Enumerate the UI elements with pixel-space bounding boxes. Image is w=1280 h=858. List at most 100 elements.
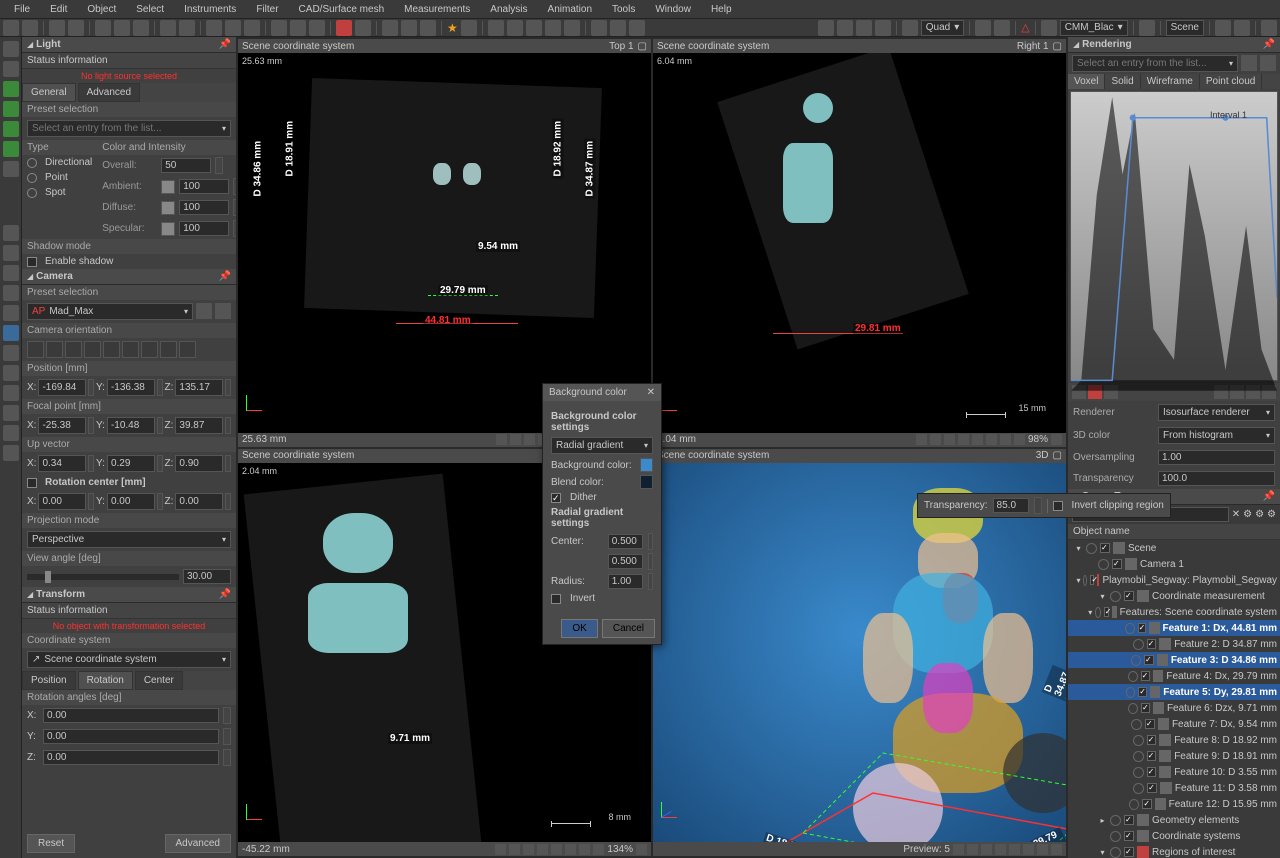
pin-icon[interactable]: 📌 [219, 589, 231, 600]
tab-solid[interactable]: Solid [1105, 74, 1140, 89]
visibility-icon[interactable] [1128, 671, 1138, 682]
tab-position[interactable]: Position [22, 671, 76, 690]
tree-checkbox[interactable] [1142, 799, 1151, 809]
tree-checkbox[interactable] [1147, 735, 1157, 745]
vp-icon[interactable] [981, 844, 992, 855]
tool-icon[interactable] [1234, 20, 1250, 36]
vp-icon[interactable] [509, 844, 520, 855]
view-icon[interactable] [27, 341, 44, 358]
visibility-icon[interactable] [1133, 735, 1144, 746]
tree-row[interactable]: Feature 9: D 18.91 mm [1068, 748, 1280, 764]
visibility-icon[interactable] [1110, 831, 1121, 842]
tool-icon[interactable] [488, 20, 504, 36]
spinner[interactable] [88, 379, 94, 396]
coord-system-combo[interactable]: ↗Scene coordinate system▾ [27, 651, 231, 668]
tool-icon[interactable] [3, 245, 19, 261]
region-icon[interactable] [3, 101, 19, 117]
tab-voxel[interactable]: Voxel [1068, 74, 1105, 89]
close-icon[interactable]: ✕ [647, 387, 655, 398]
tool-icon[interactable] [629, 20, 645, 36]
vp-icon[interactable] [1051, 844, 1062, 855]
vp-icon[interactable] [1009, 844, 1020, 855]
tool-icon[interactable] [3, 385, 19, 401]
dialog-titlebar[interactable]: Background color✕ [543, 384, 661, 401]
delete-icon[interactable] [1260, 55, 1276, 71]
up-y-input[interactable] [107, 455, 155, 472]
spinner[interactable] [157, 493, 163, 510]
oversampling-input[interactable] [1158, 450, 1275, 465]
specular-swatch[interactable] [161, 222, 175, 236]
radius-input[interactable] [608, 574, 643, 589]
save-icon[interactable] [22, 20, 38, 36]
view-angle-slider[interactable] [27, 574, 179, 580]
visibility-icon[interactable] [1095, 607, 1101, 618]
vp-icon[interactable] [944, 434, 955, 445]
tree-checkbox[interactable] [1144, 655, 1154, 665]
tool-icon[interactable] [3, 445, 19, 461]
tab-advanced[interactable]: Advanced [78, 83, 140, 102]
pin-icon[interactable]: 📌 [1263, 39, 1275, 50]
tree-row[interactable]: ▾Regions of interest [1068, 844, 1280, 858]
tree-row[interactable]: ▾Coordinate measurement [1068, 588, 1280, 604]
tool-icon[interactable] [3, 161, 19, 177]
tool-icon[interactable] [507, 20, 523, 36]
spinner[interactable] [157, 379, 163, 396]
visibility-icon[interactable] [1126, 687, 1136, 698]
menu-cad[interactable]: CAD/Surface mesh [289, 2, 395, 17]
tool-icon[interactable] [160, 20, 176, 36]
close-icon[interactable] [1261, 20, 1277, 36]
vp-icon[interactable] [579, 844, 590, 855]
tree-row[interactable]: Feature 5: Dy, 29.81 mm [1068, 684, 1280, 700]
tab-pointcloud[interactable]: Point cloud [1200, 74, 1262, 89]
vp-icon[interactable] [967, 844, 978, 855]
region-icon[interactable] [3, 121, 19, 137]
tool-icon[interactable] [818, 20, 834, 36]
overall-input[interactable] [161, 158, 211, 173]
spinner[interactable] [88, 417, 94, 434]
tool-icon[interactable] [875, 20, 891, 36]
visibility-icon[interactable] [1083, 575, 1087, 586]
clear-icon[interactable]: ✕ [1232, 509, 1240, 520]
rc-x-input[interactable] [38, 493, 86, 510]
paste-icon[interactable] [133, 20, 149, 36]
center-y-input[interactable] [608, 554, 643, 569]
tool-icon[interactable] [526, 20, 542, 36]
cut-icon[interactable] [95, 20, 111, 36]
vp-icon[interactable] [524, 434, 535, 445]
radio-point[interactable] [27, 173, 37, 183]
tool-icon[interactable] [271, 20, 287, 36]
scene-tree[interactable]: ▾SceneCamera 1▾Playmobil_Segway: Playmob… [1068, 540, 1280, 858]
rotation-center-checkbox[interactable] [27, 478, 37, 488]
visibility-icon[interactable] [1110, 815, 1121, 826]
menu-analysis[interactable]: Analysis [480, 2, 537, 17]
tree-checkbox[interactable] [1124, 815, 1134, 825]
transparency-input[interactable] [1158, 471, 1275, 486]
visibility-icon[interactable] [1110, 591, 1121, 602]
dither-checkbox[interactable] [551, 493, 561, 503]
move-icon[interactable] [382, 20, 398, 36]
pin-icon[interactable]: 📌 [219, 39, 231, 50]
vp-icon[interactable] [537, 844, 548, 855]
blend-color-swatch[interactable] [640, 475, 653, 489]
tree-checkbox[interactable] [1145, 719, 1155, 729]
align-center-icon[interactable] [225, 20, 241, 36]
visibility-icon[interactable] [1086, 543, 1097, 554]
copy-icon[interactable] [114, 20, 130, 36]
spinner[interactable] [157, 417, 163, 434]
spinner[interactable] [225, 379, 231, 396]
vp-icon[interactable] [1000, 434, 1011, 445]
ok-button[interactable]: OK [561, 619, 597, 638]
view-icon[interactable] [122, 341, 139, 358]
maximize-icon[interactable]: ▢ [638, 41, 647, 52]
tool-icon[interactable] [545, 20, 561, 36]
pos-z-input[interactable] [175, 379, 223, 396]
visibility-icon[interactable] [1125, 623, 1135, 634]
vp-icon[interactable] [972, 434, 983, 445]
projection-combo[interactable]: Perspective▾ [27, 531, 231, 548]
view-icon[interactable] [179, 341, 196, 358]
tool-icon[interactable] [3, 365, 19, 381]
spinner[interactable] [215, 157, 223, 174]
light-panel-header[interactable]: ◢Light📌 [22, 37, 236, 53]
up-z-input[interactable] [175, 455, 223, 472]
pos-y-input[interactable] [107, 379, 155, 396]
